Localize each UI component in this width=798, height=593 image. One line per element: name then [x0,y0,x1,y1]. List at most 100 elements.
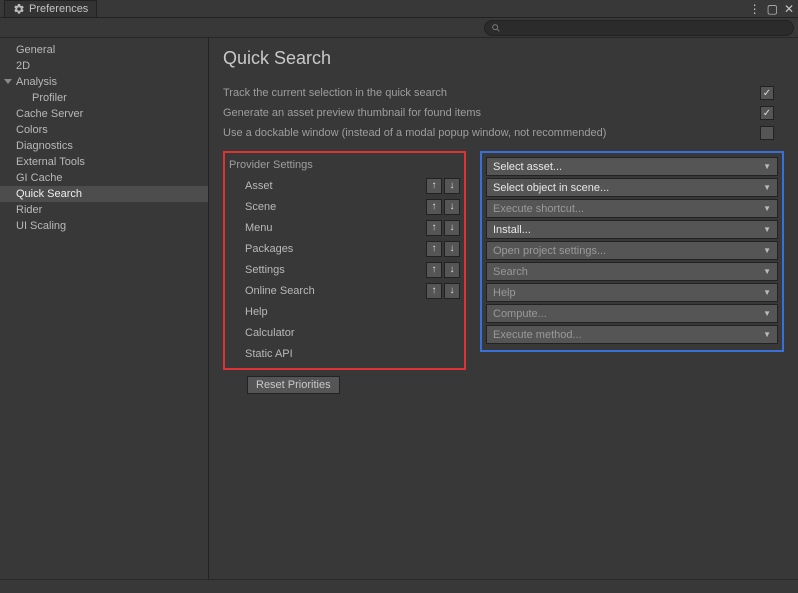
sidebar-item-label: Diagnostics [16,140,73,152]
provider-action-dropdown[interactable]: Install...▼ [486,220,778,239]
option-row: Generate an asset preview thumbnail for … [223,103,784,123]
option-label: Use a dockable window (instead of a moda… [223,127,760,139]
provider-actions-panel: Select asset... ▼ Select object in scene..… [480,151,784,352]
provider-row: Online Search↑↓ [229,280,460,301]
sidebar-item-label: UI Scaling [16,220,66,232]
chevron-down-icon: ▼ [763,288,771,297]
priority-up-button[interactable]: ↑ [426,178,442,194]
sidebar-item-label: GI Cache [16,172,62,184]
priority-up-button[interactable]: ↑ [426,262,442,278]
provider-row: Help [229,301,460,322]
option-label: Track the current selection in the quick… [223,87,760,99]
sidebar-item-label: 2D [16,60,30,72]
page-title: Quick Search [223,48,784,69]
provider-row: Scene↑↓ [229,196,460,217]
toolbar [0,18,798,38]
dropdown-label: Compute... [493,308,547,320]
sidebar-item-colors[interactable]: Colors [0,122,208,138]
priority-down-button[interactable]: ↓ [444,220,460,236]
priority-down-button[interactable]: ↓ [444,283,460,299]
titlebar: Preferences ⋮ ▢ ✕ [0,0,798,18]
sidebar-item-external-tools[interactable]: External Tools [0,154,208,170]
priority-down-button[interactable]: ↓ [444,262,460,278]
chevron-down-icon: ▼ [763,267,771,276]
sidebar-item-label: Analysis [16,76,57,88]
provider-action-dropdown[interactable]: Compute... ▼ [486,304,778,323]
provider-row: Packages↑↓ [229,238,460,259]
preferences-tab[interactable]: Preferences [4,0,97,17]
tab-title: Preferences [29,3,88,15]
sidebar-item-general[interactable]: General [0,42,208,58]
dropdown-label: Search [493,266,528,278]
gear-icon [13,3,25,15]
kebab-menu-icon[interactable]: ⋮ [749,3,761,15]
provider-row: Settings↑↓ [229,259,460,280]
sidebar-item-label: General [16,44,55,56]
provider-action-dropdown[interactable]: Open project settings... ▼ [486,241,778,260]
dropdown-label: Help [493,287,516,299]
sidebar-item-analysis[interactable]: Analysis [0,74,208,90]
provider-settings-panel: Provider Settings Asset↑↓Scene↑↓Menu↑↓Pa… [223,151,466,370]
close-icon[interactable]: ✕ [784,3,794,15]
priority-up-button[interactable]: ↑ [426,283,442,299]
sidebar-item-gi-cache[interactable]: GI Cache [0,170,208,186]
sidebar-item-quick-search[interactable]: Quick Search [0,186,208,202]
option-label: Generate an asset preview thumbnail for … [223,107,760,119]
option-checkbox[interactable] [760,126,774,140]
provider-name: Help [229,306,460,318]
sidebar-item-label: Rider [16,204,42,216]
provider-action-dropdown[interactable]: Select asset... ▼ [486,157,778,176]
dropdown-label: Open project settings... [493,245,606,257]
provider-action-dropdown[interactable]: Execute method...▼ [486,325,778,344]
sidebar-item-diagnostics[interactable]: Diagnostics [0,138,208,154]
sidebar-item-label: Cache Server [16,108,83,120]
provider-settings-header: Provider Settings [229,157,460,175]
provider-name: Menu [229,222,424,234]
provider-action-dropdown[interactable]: Help ▼ [486,283,778,302]
window-controls: ⋮ ▢ ✕ [749,3,794,15]
provider-name: Packages [229,243,424,255]
provider-action-dropdown[interactable]: Search ▼ [486,262,778,281]
chevron-down-icon: ▼ [763,162,771,171]
provider-action-dropdown[interactable]: Select object in scene...▼ [486,178,778,197]
chevron-down-icon: ▼ [763,225,771,234]
option-row: Track the current selection in the quick… [223,83,784,103]
sidebar-item-rider[interactable]: Rider [0,202,208,218]
priority-down-button[interactable]: ↓ [444,178,460,194]
priority-up-button[interactable]: ↑ [426,241,442,257]
priority-up-button[interactable]: ↑ [426,220,442,236]
option-row: Use a dockable window (instead of a moda… [223,123,784,143]
chevron-down-icon: ▼ [763,204,771,213]
dropdown-label: Execute method... [493,329,582,341]
provider-name: Settings [229,264,424,276]
sidebar-item-cache-server[interactable]: Cache Server [0,106,208,122]
provider-action-dropdown[interactable]: Execute shortcut...▼ [486,199,778,218]
search-icon [491,23,501,33]
provider-row: Calculator [229,322,460,343]
priority-down-button[interactable]: ↓ [444,241,460,257]
priority-down-button[interactable]: ↓ [444,199,460,215]
provider-name: Asset [229,180,424,192]
provider-row: Asset↑↓ [229,175,460,196]
main-panel: Quick Search Track the current selection… [209,38,798,579]
dropdown-label: Select object in scene... [493,182,609,194]
priority-up-button[interactable]: ↑ [426,199,442,215]
chevron-down-icon: ▼ [763,309,771,318]
provider-row: Menu↑↓ [229,217,460,238]
maximize-icon[interactable]: ▢ [767,3,778,15]
sidebar-item-profiler[interactable]: Profiler [0,90,208,106]
dropdown-label: Select asset... [493,161,562,173]
statusbar [0,579,798,593]
sidebar-item-label: Profiler [32,92,67,104]
provider-name: Static API [229,348,460,360]
option-checkbox[interactable]: ✓ [760,86,774,100]
chevron-down-icon: ▼ [763,246,771,255]
sidebar-item-ui-scaling[interactable]: UI Scaling [0,218,208,234]
provider-name: Calculator [229,327,460,339]
sidebar-item-label: External Tools [16,156,85,168]
sidebar-item-label: Colors [16,124,48,136]
reset-priorities-button[interactable]: Reset Priorities [247,376,340,394]
sidebar-item-2d[interactable]: 2D [0,58,208,74]
search-input[interactable] [484,20,794,36]
option-checkbox[interactable]: ✓ [760,106,774,120]
